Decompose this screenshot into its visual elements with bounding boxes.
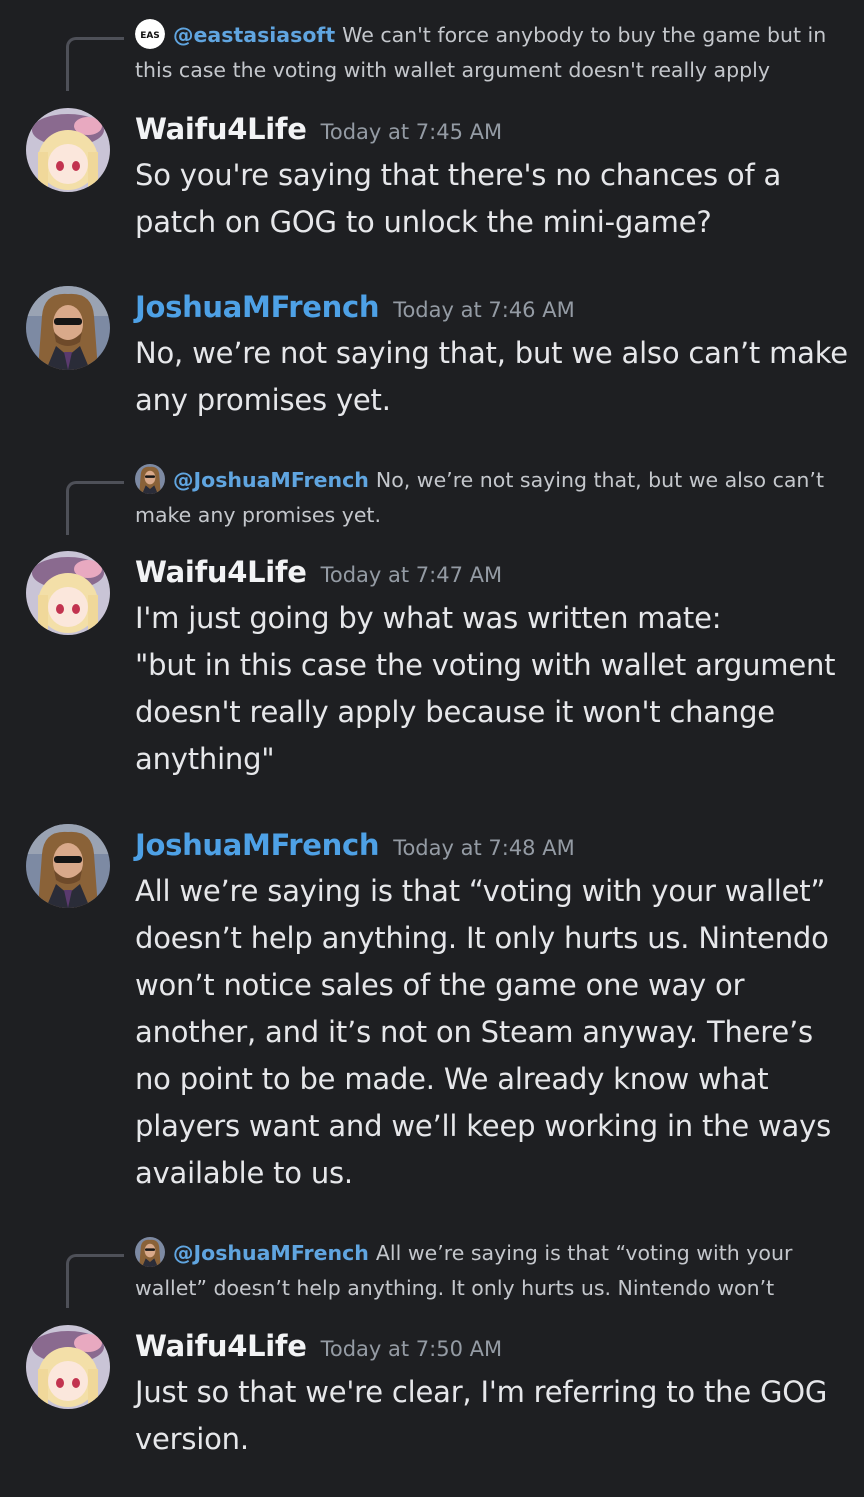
reply-mention[interactable]: @JoshuaMFrench	[173, 468, 369, 492]
username[interactable]: JoshuaMFrench	[135, 290, 380, 324]
message-body: So you're saying that there's no chances…	[135, 158, 782, 239]
avatar-joshuamfrench[interactable]	[26, 286, 110, 370]
username[interactable]: Waifu4Life	[135, 112, 307, 146]
message-header: Waifu4Life Today at 7:50 AM	[135, 1329, 502, 1363]
timestamp: Today at 7:45 AM	[320, 120, 503, 144]
eastasiasoft-logo-icon: EAS	[135, 19, 165, 49]
avatar-waifu4life[interactable]	[26, 551, 110, 635]
joshuamfrench-avatar-icon	[135, 464, 165, 494]
avatar-waifu4life[interactable]	[26, 108, 110, 192]
message-header: Waifu4Life Today at 7:47 AM	[135, 555, 502, 589]
timestamp: Today at 7:50 AM	[320, 1337, 503, 1361]
message-header: Waifu4Life Today at 7:45 AM	[135, 112, 502, 146]
message-body: I'm just going by what was written mate:…	[135, 601, 836, 776]
svg-text:EAS: EAS	[140, 31, 160, 41]
timestamp: Today at 7:46 AM	[393, 298, 575, 322]
timestamp: Today at 7:47 AM	[320, 563, 503, 587]
message-header: JoshuaMFrench Today at 7:48 AM	[135, 828, 575, 862]
avatar-waifu4life[interactable]	[26, 1325, 110, 1409]
message-body: Just so that we're clear, I'm referring …	[135, 1375, 828, 1456]
reply-preview[interactable]: EAS @eastasiasoft We can't force anybody …	[135, 18, 835, 88]
timestamp: Today at 7:48 AM	[393, 836, 575, 860]
reply-preview[interactable]: @JoshuaMFrench All we’re saying is that “…	[135, 1236, 835, 1306]
chat-message-list: EAS @eastasiasoft We can't force anybody …	[0, 0, 864, 1497]
reply-preview[interactable]: @JoshuaMFrench No, we’re not saying that,…	[135, 463, 835, 533]
username[interactable]: Waifu4Life	[135, 1329, 307, 1363]
message-body: No, we’re not saying that, but we also c…	[135, 336, 848, 417]
username[interactable]: Waifu4Life	[135, 555, 307, 589]
username[interactable]: JoshuaMFrench	[135, 828, 380, 862]
message-header: JoshuaMFrench Today at 7:46 AM	[135, 290, 575, 324]
joshuamfrench-avatar-icon	[135, 1237, 165, 1267]
reply-connector	[66, 1254, 124, 1308]
message-body: All we’re saying is that “voting with yo…	[135, 874, 831, 1190]
reply-connector	[66, 37, 124, 91]
reply-mention[interactable]: @eastasiasoft	[173, 23, 335, 47]
reply-mention[interactable]: @JoshuaMFrench	[173, 1241, 369, 1265]
avatar-joshuamfrench[interactable]	[26, 824, 110, 908]
reply-connector	[66, 481, 124, 535]
